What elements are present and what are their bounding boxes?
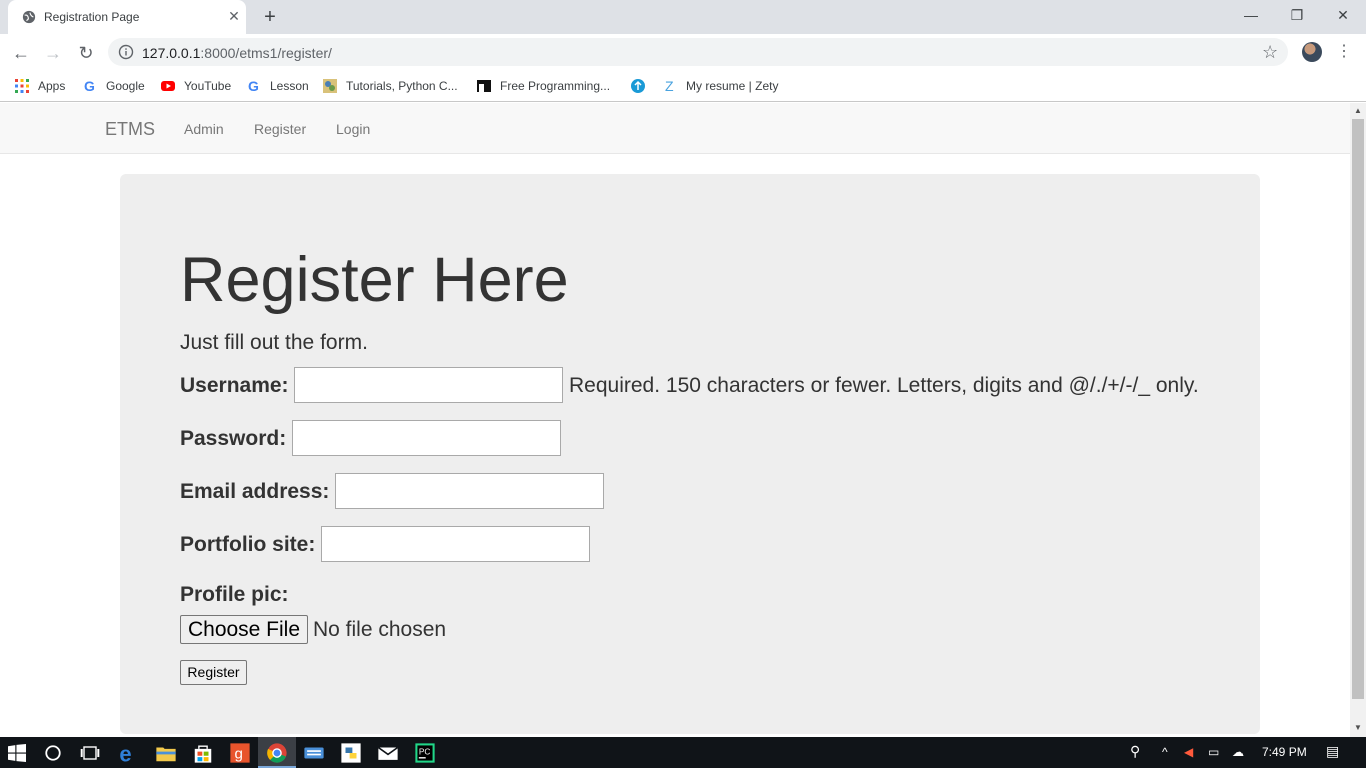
- svg-text:G: G: [248, 78, 259, 94]
- bookmark-label: Free Programming...: [500, 79, 611, 93]
- bookmark-label: Lesson: [270, 79, 309, 93]
- reload-icon[interactable]: ↻: [75, 42, 97, 64]
- url-host: 127.0.0.1: [142, 45, 201, 61]
- tab-close-icon[interactable]: ✕: [226, 8, 242, 24]
- network-icon[interactable]: ▭: [1208, 745, 1219, 759]
- profile-pic-label: Profile pic:: [180, 583, 289, 606]
- bookmark-google[interactable]: G Google: [82, 78, 145, 94]
- bookmark-tutorials[interactable]: Tutorials, Python C...: [322, 78, 458, 94]
- site-info-icon[interactable]: [118, 44, 134, 60]
- new-tab-button[interactable]: +: [260, 6, 280, 28]
- mail-icon[interactable]: [377, 742, 399, 764]
- action-center-icon[interactable]: ▤: [1326, 743, 1339, 760]
- bookmark-blue-circle[interactable]: [630, 78, 654, 94]
- page-title: Register Here: [180, 245, 569, 315]
- youtube-icon: [161, 81, 175, 91]
- browser-toolbar: ← → ↻ 127.0.0.1:8000/etms1/register/ ☆: [0, 34, 1366, 70]
- username-label: Username:: [180, 374, 289, 397]
- page-viewport: ETMS Admin Register Login Register Here …: [0, 103, 1350, 737]
- registration-panel: Register Here Just fill out the form. Us…: [120, 174, 1260, 734]
- back-arrow-icon[interactable]: ←: [10, 42, 32, 64]
- bookmark-label: Tutorials, Python C...: [346, 79, 458, 93]
- bookmark-label: Google: [106, 79, 145, 93]
- username-input[interactable]: [294, 367, 563, 403]
- chrome-menu-icon[interactable]: ⋮: [1336, 42, 1352, 62]
- python-idle-icon[interactable]: [340, 742, 362, 764]
- file-explorer-icon[interactable]: [155, 742, 177, 764]
- chrome-icon[interactable]: [266, 742, 288, 764]
- page-lead: Just fill out the form.: [180, 331, 368, 354]
- choose-file-button[interactable]: Choose File: [180, 615, 308, 644]
- navbar-brand[interactable]: ETMS: [105, 119, 155, 140]
- onedrive-cloud-icon[interactable]: ☁: [1232, 745, 1244, 759]
- tray-chevron-icon[interactable]: ^: [1162, 745, 1168, 759]
- scroll-down-icon[interactable]: ▼: [1354, 723, 1362, 732]
- forward-arrow-icon[interactable]: →: [42, 42, 64, 64]
- password-label: Password:: [180, 427, 287, 450]
- file-status-text: No file chosen: [313, 618, 447, 641]
- volume-muted-icon[interactable]: ◀: [1184, 745, 1193, 759]
- portfolio-input[interactable]: [321, 526, 590, 562]
- windows-start-icon[interactable]: [8, 744, 26, 762]
- people-icon[interactable]: ⚲: [1130, 743, 1140, 760]
- bookmark-apps[interactable]: Apps: [14, 78, 65, 94]
- nav-link-register[interactable]: Register: [254, 121, 306, 137]
- bookmark-free-programming[interactable]: Free Programming...: [476, 78, 610, 94]
- cortana-search-icon[interactable]: [44, 744, 62, 762]
- keyboard-app-icon[interactable]: [303, 742, 325, 764]
- browser-tab[interactable]: Registration Page ✕: [8, 0, 246, 34]
- edge-icon[interactable]: e: [118, 742, 140, 764]
- app-g-icon[interactable]: g: [229, 742, 251, 764]
- pycharm-icon[interactable]: PC: [414, 742, 436, 764]
- windows-taskbar: e g PC ⚲ ^ ◀ ▭ ☁ 7:49 PM ▤: [0, 737, 1366, 768]
- svg-text:Z: Z: [665, 78, 674, 94]
- task-view-icon[interactable]: [80, 744, 100, 762]
- blue-circle-icon: [631, 79, 645, 93]
- tab-title: Registration Page: [44, 10, 140, 24]
- bookmark-lesson[interactable]: G Lesson: [246, 78, 309, 94]
- free-programming-icon: [477, 80, 491, 92]
- minimize-button[interactable]: —: [1228, 0, 1274, 30]
- tab-strip: Registration Page ✕ + — ❐ ✕: [0, 0, 1366, 34]
- email-input[interactable]: [335, 473, 604, 509]
- bookmark-star-icon[interactable]: ☆: [1262, 42, 1278, 63]
- window-close-button[interactable]: ✕: [1320, 0, 1366, 30]
- scrollbar-thumb[interactable]: [1352, 119, 1364, 699]
- site-navbar: ETMS Admin Register Login: [0, 103, 1350, 154]
- url-path: :8000/etms1/register/: [200, 45, 332, 61]
- portfolio-label: Portfolio site:: [180, 533, 316, 556]
- page-scrollbar[interactable]: ▲ ▼: [1350, 103, 1366, 737]
- bookmark-zety[interactable]: Z My resume | Zety: [662, 78, 778, 94]
- nav-link-login[interactable]: Login: [336, 121, 370, 137]
- globe-icon: [22, 10, 36, 24]
- bookmarks-bar: Apps G Google YouTube G Lesson Tutorials…: [0, 70, 1366, 102]
- nav-link-admin[interactable]: Admin: [184, 121, 224, 137]
- address-bar[interactable]: 127.0.0.1:8000/etms1/register/ ☆: [108, 38, 1288, 66]
- url-text: 127.0.0.1:8000/etms1/register/: [142, 45, 332, 61]
- svg-text:PC: PC: [419, 747, 431, 756]
- scroll-up-icon[interactable]: ▲: [1354, 106, 1362, 115]
- bookmark-label: YouTube: [184, 79, 232, 93]
- username-help-text: Required. 150 characters or fewer. Lette…: [569, 374, 1199, 397]
- profile-avatar[interactable]: [1302, 42, 1322, 62]
- google-icon: G: [248, 78, 259, 94]
- svg-text:g: g: [235, 746, 243, 763]
- email-label: Email address:: [180, 480, 330, 503]
- register-submit-button[interactable]: Register: [180, 660, 247, 685]
- svg-text:e: e: [119, 742, 131, 764]
- store-icon[interactable]: [192, 742, 214, 764]
- clock-time[interactable]: 7:49 PM: [1262, 745, 1307, 759]
- bookmark-label: Apps: [38, 79, 66, 93]
- apps-grid-icon: [15, 79, 29, 93]
- restore-button[interactable]: ❐: [1274, 0, 1320, 30]
- bookmark-youtube[interactable]: YouTube: [160, 78, 231, 94]
- zety-icon: Z: [665, 78, 674, 94]
- bookmark-label: My resume | Zety: [686, 79, 779, 93]
- google-icon: G: [84, 78, 95, 94]
- password-input[interactable]: [292, 420, 561, 456]
- svg-text:G: G: [84, 78, 95, 94]
- tutorials-icon: [323, 79, 337, 93]
